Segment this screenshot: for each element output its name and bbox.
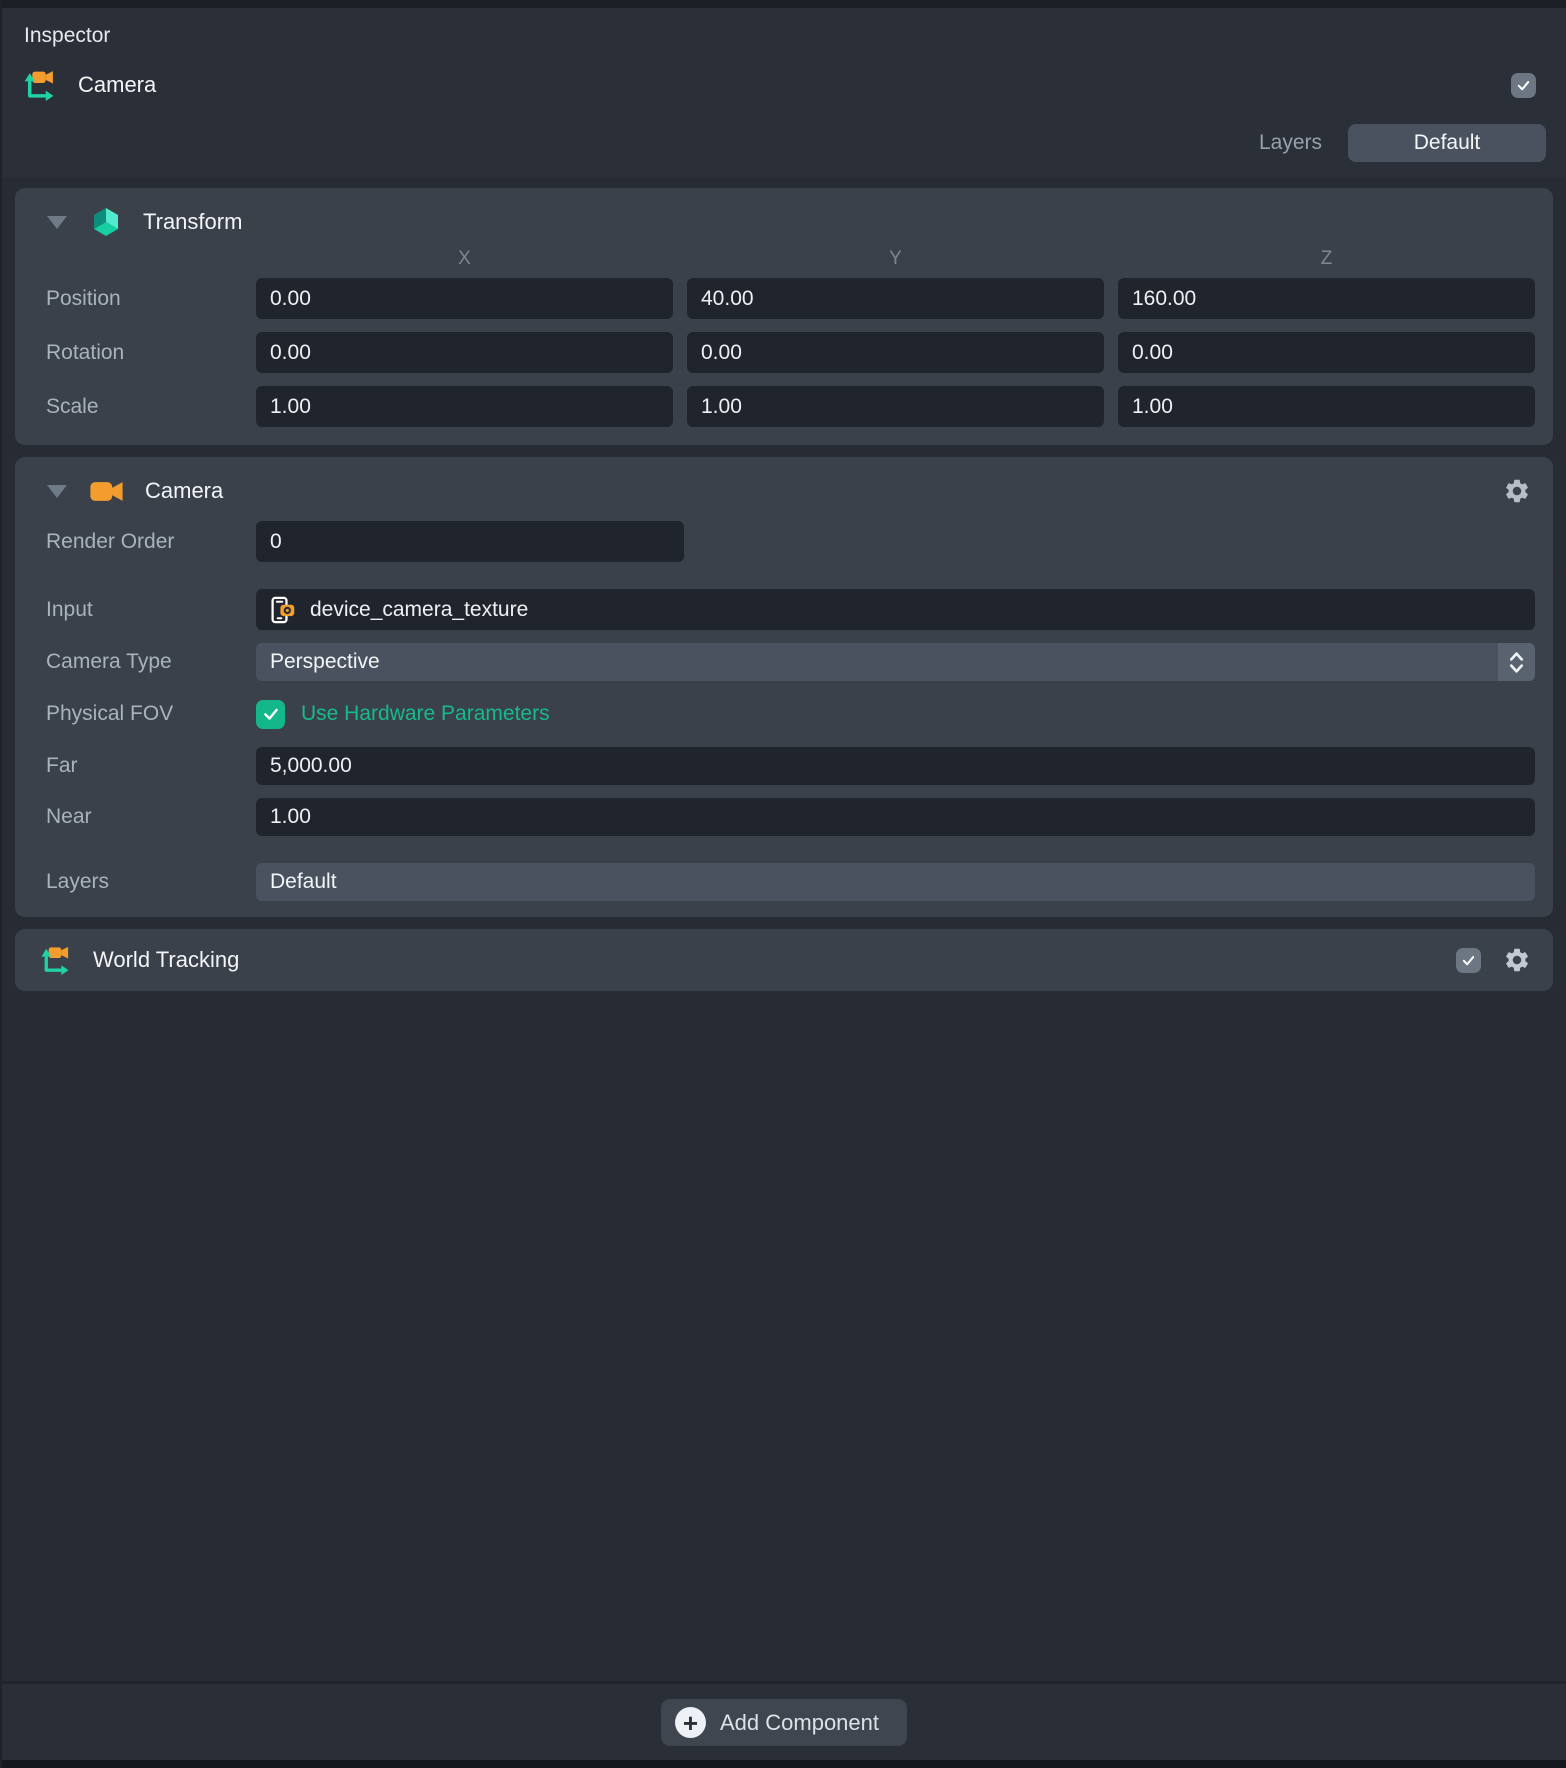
input-row: Input device_camera_texture [33,589,1535,630]
camera-object-icon [39,943,71,977]
transform-header[interactable]: Transform [33,200,1535,244]
rotation-z-field[interactable]: 0.00 [1118,332,1535,373]
scale-y-field[interactable]: 1.00 [687,386,1104,427]
camera-type-row: Camera Type Perspective [33,643,1535,681]
position-x-field[interactable]: 0.00 [256,278,673,319]
far-label: Far [33,754,242,778]
collapse-triangle-icon[interactable] [47,485,67,498]
render-order-field[interactable]: 0 [256,521,684,562]
render-order-label: Render Order [33,530,242,554]
world-tracking-enabled-checkbox[interactable] [1456,948,1481,973]
component-list: Transform X Y Z Position 0.00 40.00 160.… [2,178,1566,991]
physical-fov-label: Physical FOV [33,702,242,726]
plus-circle-icon: + [675,1707,706,1738]
camera-layers-label: Layers [33,870,242,894]
layers-row: Layers Default [18,124,1550,162]
world-tracking-section[interactable]: World Tracking [15,929,1553,991]
physical-fov-row: Physical FOV Use Hardware Parameters [33,694,1535,734]
top-strip [2,0,1566,8]
axis-x-label: X [256,248,673,270]
video-camera-icon [89,478,125,505]
camera-object-icon [22,67,56,103]
checkmark-icon [1516,78,1531,93]
position-z-field[interactable]: 160.00 [1118,278,1535,319]
device-camera-icon [270,595,296,625]
entity-row[interactable]: Camera [18,62,1550,108]
world-tracking-settings-button[interactable] [1503,946,1531,974]
scale-x-field[interactable]: 1.00 [256,386,673,427]
render-order-row: Render Order 0 [33,521,1535,562]
entity-name: Camera [78,72,156,98]
checkmark-icon [262,705,280,723]
collapse-triangle-icon[interactable] [47,216,67,229]
add-component-button[interactable]: + Add Component [661,1699,907,1746]
rotation-y-field[interactable]: 0.00 [687,332,1104,373]
checkmark-icon [1461,953,1476,968]
transform-section: Transform X Y Z Position 0.00 40.00 160.… [15,188,1553,445]
camera-section: Camera Render Order 0 Input [15,457,1553,917]
transform-title: Transform [143,209,242,235]
input-field[interactable]: device_camera_texture [256,589,1535,630]
near-row: Near 1.00 [33,798,1535,836]
camera-settings-button[interactable] [1503,477,1531,505]
use-hardware-parameters-label[interactable]: Use Hardware Parameters [301,702,550,726]
position-y-field[interactable]: 40.00 [687,278,1104,319]
bottom-strip [2,1760,1566,1768]
camera-title: Camera [145,478,223,504]
axis-z-label: Z [1118,248,1535,270]
layers-dropdown-button[interactable]: Default [1348,124,1546,162]
input-value: device_camera_texture [310,598,528,622]
axis-header-row: X Y Z [33,248,1535,270]
camera-type-dropdown[interactable]: Perspective [256,643,1535,681]
far-row: Far 5,000.00 [33,747,1535,785]
camera-layers-row: Layers Default [33,863,1535,901]
input-label: Input [33,598,242,622]
add-component-label: Add Component [720,1710,879,1736]
entity-enabled-checkbox[interactable] [1511,73,1536,98]
camera-type-label: Camera Type [33,650,242,674]
rotation-label: Rotation [33,341,242,365]
up-down-chevron-icon[interactable] [1498,643,1535,681]
scale-z-field[interactable]: 1.00 [1118,386,1535,427]
world-tracking-title: World Tracking [93,947,239,973]
gear-icon [1503,477,1531,505]
gear-icon [1503,946,1531,974]
near-label: Near [33,805,242,829]
rotation-x-field[interactable]: 0.00 [256,332,673,373]
inspector-header: Inspector Camera Layers Default [2,8,1566,178]
camera-header[interactable]: Camera [33,469,1535,513]
near-field[interactable]: 1.00 [256,798,1535,836]
inspector-panel: Inspector Camera Layers Default [0,0,1566,1768]
section-divider [15,849,1553,850]
layers-label: Layers [1259,131,1322,155]
rotation-row: Rotation 0.00 0.00 0.00 [33,332,1535,373]
camera-type-value: Perspective [270,650,380,674]
scale-row: Scale 1.00 1.00 1.00 [33,386,1535,427]
cube-icon [89,206,123,238]
axis-y-label: Y [687,248,1104,270]
camera-layers-dropdown[interactable]: Default [256,863,1535,901]
far-field[interactable]: 5,000.00 [256,747,1535,785]
section-divider [15,575,1553,576]
position-row: Position 0.00 40.00 160.00 [33,278,1535,319]
panel-title: Inspector [18,18,1550,62]
scale-label: Scale [33,395,242,419]
use-hardware-parameters-checkbox[interactable] [256,700,285,729]
camera-layers-value: Default [270,870,337,894]
position-label: Position [33,287,242,311]
inspector-footer: + Add Component [2,1681,1566,1760]
